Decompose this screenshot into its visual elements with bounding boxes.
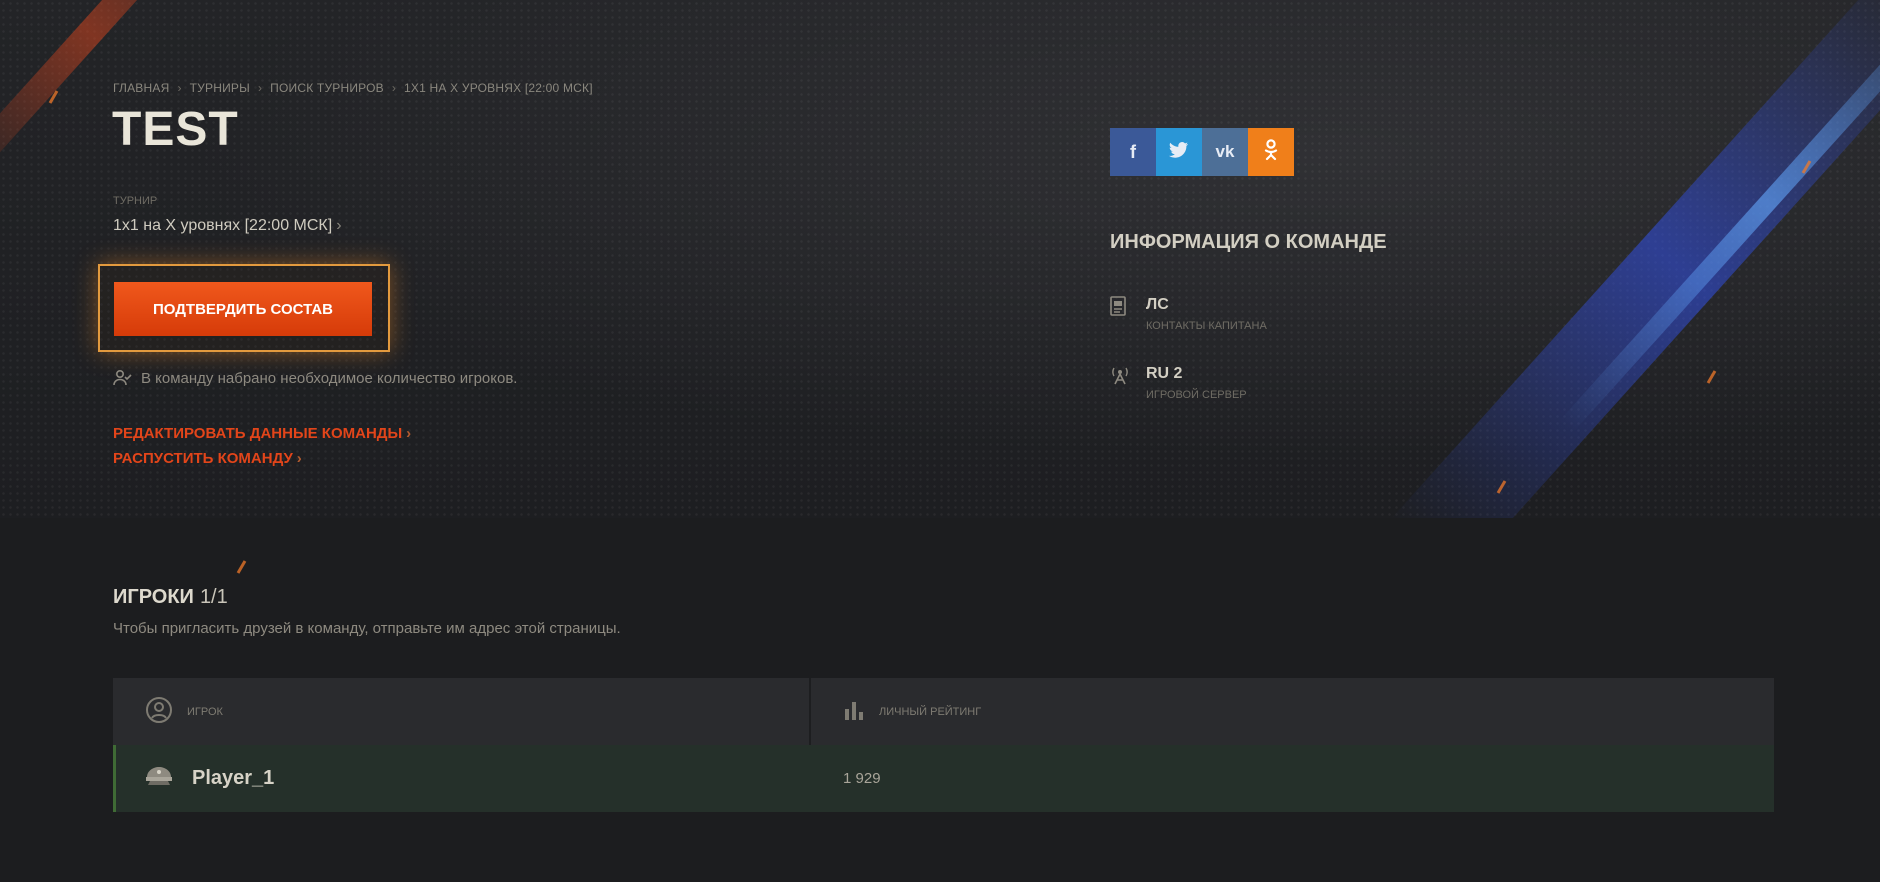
- players-title-text: ИГРОКИ: [113, 586, 194, 608]
- breadcrumb: ГЛАВНАЯ › ТУРНИРЫ › ПОИСК ТУРНИРОВ › 1X1…: [113, 81, 593, 95]
- chevron-right-icon: ›: [336, 217, 342, 234]
- decor-streak: [1390, 0, 1880, 518]
- decor-streak: [0, 0, 241, 198]
- column-player[interactable]: ИГРОК: [113, 678, 811, 745]
- team-name: TEST: [112, 103, 239, 156]
- server-label: ИГРОВОЙ СЕРВЕР: [1146, 389, 1247, 401]
- tournament-link[interactable]: 1х1 на X уровнях [22:00 МСК] ›: [113, 217, 342, 235]
- edit-team-link[interactable]: РЕДАКТИРОВАТЬ ДАННЫЕ КОМАНДЫ ›: [113, 425, 411, 442]
- tournament-name: 1х1 на X уровнях [22:00 МСК]: [113, 217, 333, 234]
- tournament-label: ТУРНИР: [113, 195, 158, 207]
- odnoklassniki-icon: [1264, 138, 1278, 166]
- breadcrumb-separator: ›: [177, 81, 182, 95]
- column-rating[interactable]: ЛИЧНЫЙ РЕЙТИНГ: [811, 678, 1774, 745]
- breadcrumb-tournaments[interactable]: ТУРНИРЫ: [190, 81, 250, 95]
- column-player-label: ИГРОК: [187, 705, 223, 718]
- contacts-icon: [1110, 296, 1132, 318]
- commander-cap-icon: [144, 765, 174, 793]
- user-circle-icon: [145, 696, 173, 727]
- confirm-roster-button[interactable]: ПОДТВЕРДИТЬ СОСТАВ: [114, 282, 372, 336]
- invite-hint: Чтобы пригласить друзей в команду, отпра…: [113, 620, 621, 637]
- breadcrumb-home[interactable]: ГЛАВНАЯ: [113, 81, 169, 95]
- server-antenna-icon: [1110, 365, 1132, 387]
- breadcrumb-separator: ›: [391, 81, 397, 95]
- player-cell: Player_1: [116, 745, 811, 812]
- breadcrumb-tournament-search[interactable]: ПОИСК ТУРНИРОВ: [270, 81, 384, 95]
- team-info-title: ИНФОРМАЦИЯ О КОМАНДЕ: [1110, 231, 1387, 253]
- vk-share-button[interactable]: vk: [1202, 128, 1248, 176]
- chevron-right-icon: ›: [406, 425, 412, 442]
- game-server: RU 2 ИГРОВОЙ СЕРВЕР: [1110, 365, 1247, 401]
- vk-icon: vk: [1215, 142, 1235, 161]
- edit-team-label: РЕДАКТИРОВАТЬ ДАННЫЕ КОМАНДЫ: [113, 425, 403, 442]
- column-rating-label: ЛИЧНЫЙ РЕЙТИНГ: [879, 705, 982, 718]
- disband-team-link[interactable]: РАСПУСТИТЬ КОМАНДУ ›: [113, 450, 302, 467]
- confirm-highlight: ПОДТВЕРДИТЬ СОСТАВ: [98, 264, 390, 352]
- facebook-share-button[interactable]: f: [1110, 128, 1156, 176]
- players-count: 1/1: [199, 586, 228, 608]
- player-name[interactable]: Player_1: [192, 767, 274, 790]
- contacts-label: КОНТАКТЫ КАПИТАНА: [1146, 320, 1267, 332]
- chevron-right-icon: ›: [296, 450, 302, 467]
- ember-spark: [236, 560, 247, 574]
- contacts-value: ЛС: [1146, 296, 1169, 313]
- player-rating: 1 929: [843, 770, 881, 787]
- players-table: ИГРОК ЛИЧНЫЙ РЕЙТИНГ Player_1 1 929: [113, 678, 1774, 812]
- table-header: ИГРОК ЛИЧНЫЙ РЕЙТИНГ: [113, 678, 1774, 745]
- captain-contacts: ЛС КОНТАКТЫ КАПИТАНА: [1110, 296, 1267, 332]
- twitter-icon: [1169, 141, 1189, 163]
- breadcrumb-separator: ›: [257, 81, 263, 95]
- table-row[interactable]: Player_1 1 929: [113, 745, 1774, 812]
- odnoklassniki-share-button[interactable]: [1248, 128, 1294, 176]
- team-status-text: В команду набрано необходимое количество…: [141, 369, 518, 387]
- breadcrumb-current: 1X1 НА X УРОВНЯХ [22:00 МСК]: [404, 81, 593, 95]
- players-group-icon: [113, 369, 133, 387]
- disband-team-label: РАСПУСТИТЬ КОМАНДУ: [113, 450, 293, 467]
- social-share: f vk: [1110, 128, 1294, 176]
- team-status: В команду набрано необходимое количество…: [113, 369, 517, 387]
- bar-chart-icon: [843, 699, 865, 724]
- twitter-share-button[interactable]: [1156, 128, 1202, 176]
- facebook-icon: f: [1130, 141, 1136, 162]
- players-section-title: ИГРОКИ 1/1: [113, 586, 228, 609]
- server-value: RU 2: [1146, 365, 1183, 382]
